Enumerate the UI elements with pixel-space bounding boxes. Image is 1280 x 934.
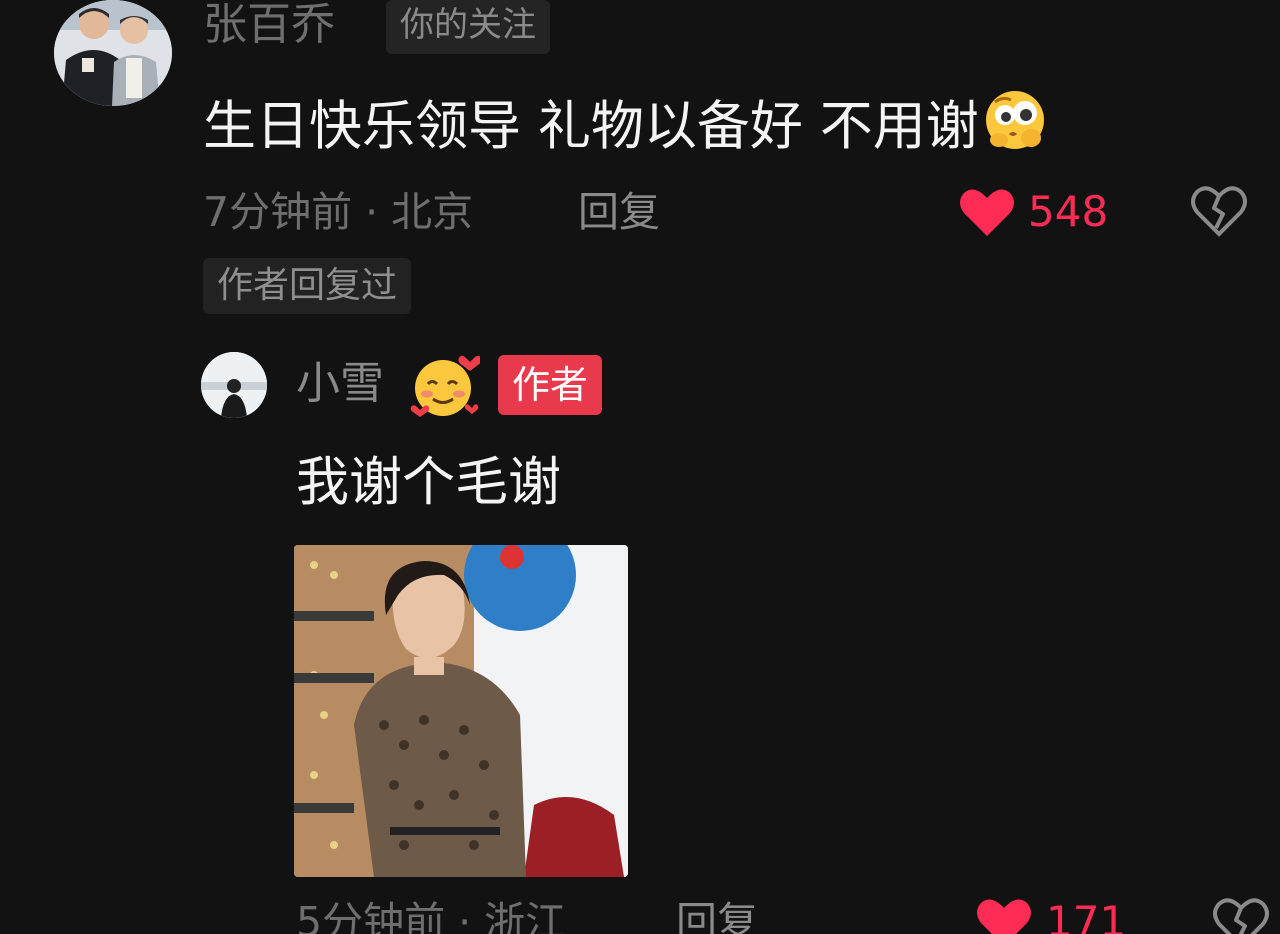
comment-thread: 张百乔 你的关注 生日快乐领导 礼物以备好 不用谢 7分钟前 · 北京 回复 5… — [0, 0, 1280, 934]
smiling-face-with-hearts-emoji-icon — [410, 354, 482, 424]
reply-author-name[interactable]: 小雪 — [296, 356, 384, 412]
reply-button[interactable]: 回复 — [578, 186, 660, 238]
reply-to-reply-button[interactable]: 回复 — [676, 896, 758, 934]
comment-text-content: 生日快乐领导 礼物以备好 不用谢 — [203, 96, 979, 157]
comment-author-name[interactable]: 张百乔 — [203, 0, 335, 50]
broken-heart-icon[interactable] — [1212, 896, 1270, 934]
broken-heart-icon[interactable] — [1190, 184, 1248, 242]
author-badge: 作者 — [498, 355, 603, 415]
thinking-pleading-emoji-icon — [983, 88, 1047, 168]
heart-icon[interactable] — [958, 186, 1016, 242]
reply-like-count: 171 — [1046, 897, 1127, 934]
heart-icon[interactable] — [975, 896, 1033, 934]
comment-timestamp-location: 7分钟前 · 北京 — [203, 188, 474, 236]
follow-status-badge: 你的关注 — [386, 0, 550, 54]
reply-avatar[interactable] — [201, 352, 267, 418]
reply-text: 我谢个毛谢 — [296, 452, 561, 513]
like-count: 548 — [1028, 187, 1109, 236]
avatar[interactable] — [54, 0, 172, 106]
author-replied-badge: 作者回复过 — [203, 258, 412, 314]
reply-attached-image[interactable] — [294, 545, 628, 877]
reply-timestamp-location: 5分钟前 · 浙江 — [296, 898, 567, 934]
comment-text: 生日快乐领导 礼物以备好 不用谢 — [203, 88, 1047, 168]
